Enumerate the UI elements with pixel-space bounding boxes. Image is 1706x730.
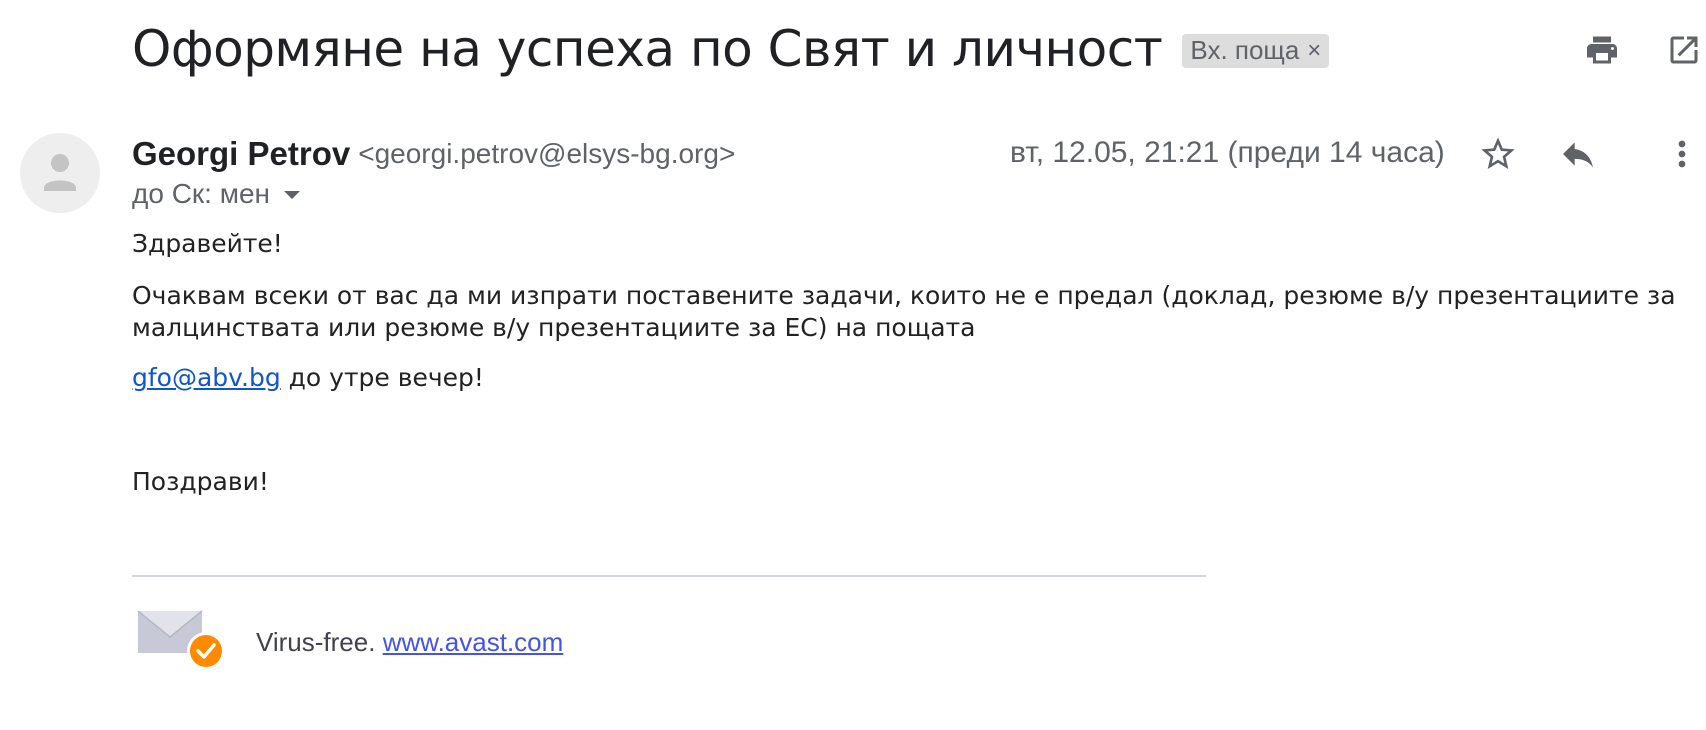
body-after-link: до утре вечер! [280,363,484,392]
sender-row: Georgi Petrov <georgi.petrov@elsys-bg.or… [132,132,735,176]
thread-actions [1576,28,1706,72]
recipients-text: до Ск: мен [132,178,271,209]
avast-signature: Virus-free. www.avast.com [136,605,836,675]
message-actions [1474,130,1706,178]
sender-email: <georgi.petrov@elsys-bg.org> [358,138,736,169]
email-link[interactable]: gfo@abv.bg [132,363,281,392]
star-icon[interactable] [1474,130,1522,178]
avast-envelope-icon[interactable] [136,605,228,675]
body-greeting: Здравейте! [132,229,283,258]
subject-row: Оформяне на успеха по Свят и личност Вх.… [132,16,1330,82]
sender-avatar[interactable] [20,133,100,213]
inbox-label-text: Вх. поща [1190,35,1300,65]
default-person-icon [44,154,76,191]
body-main-text: Очаквам всеки от вас да ми изпрати поста… [132,281,1676,342]
avast-link[interactable]: www.avast.com [383,627,564,657]
virus-free-text: Virus-free. www.avast.com [256,627,563,658]
body-closing: Поздрави! [132,467,269,496]
signature-divider [132,575,1206,577]
body-link-line: gfo@abv.bg до утре вечер! [132,362,484,394]
email-subject: Оформяне на успеха по Свят и личност [132,20,1163,78]
message-date: вт, 12.05, 21:21 (преди 14 часа) [1010,136,1445,169]
email-view: Оформяне на успеха по Свят и личност Вх.… [0,0,1706,730]
more-vertical-icon[interactable] [1658,130,1706,178]
recipients-toggle[interactable]: до Ск: мен [132,178,301,210]
remove-label-icon[interactable]: × [1307,37,1321,65]
print-icon[interactable] [1580,28,1624,72]
inbox-label-chip[interactable]: Вх. поща × [1182,34,1330,68]
open-in-new-window-icon[interactable] [1662,28,1706,72]
virus-free-label: Virus-free. [256,627,383,657]
reply-icon[interactable] [1554,130,1602,178]
sender-name[interactable]: Georgi Petrov [132,135,350,173]
chevron-down-icon[interactable] [284,191,301,199]
